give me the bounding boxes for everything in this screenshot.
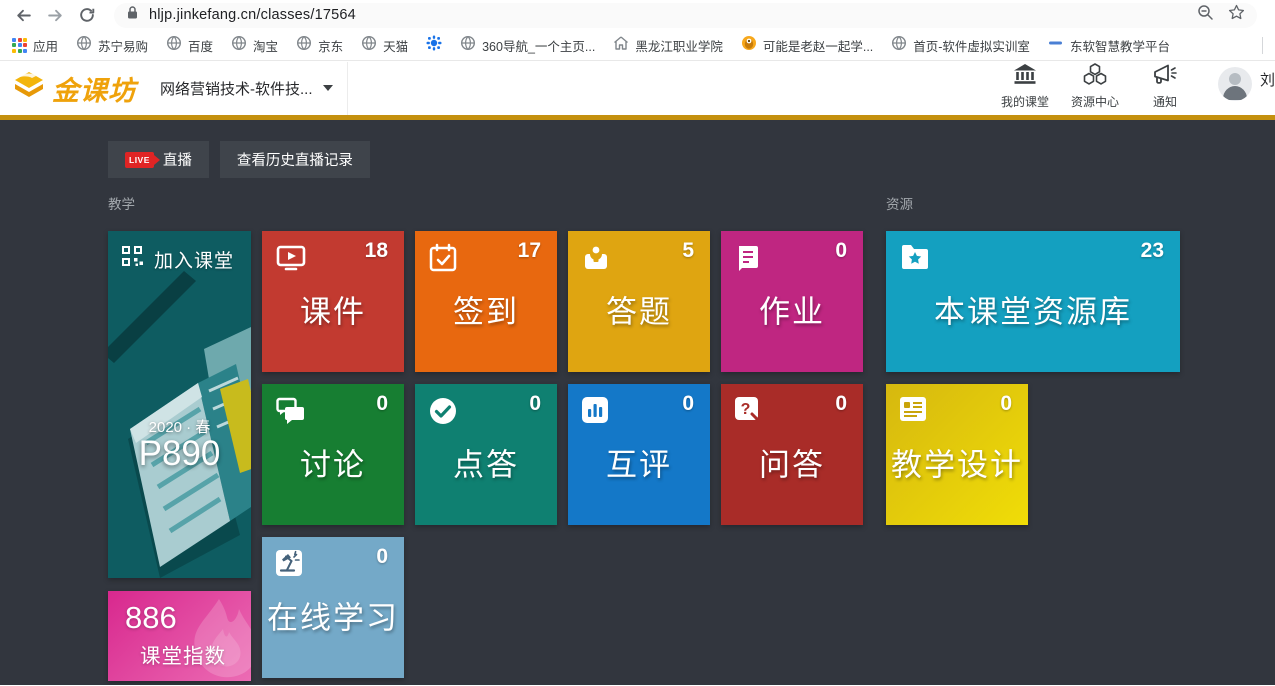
gear-icon	[426, 35, 442, 56]
homework-icon	[734, 243, 762, 278]
screen: hljp.jinkefang.cn/classes/17564 应用 苏宁	[0, 0, 1275, 686]
nav-my-classes[interactable]: 我的课堂	[994, 55, 1056, 110]
checkin-icon	[428, 243, 458, 278]
open-book-illustration	[108, 231, 251, 578]
cubes-icon	[1082, 63, 1108, 90]
avatar-body	[1223, 86, 1247, 100]
join-classroom-label: 加入课堂	[154, 246, 234, 273]
tile-online-learning[interactable]: 0 在线学习	[262, 537, 404, 678]
user-name: 刘	[1260, 69, 1275, 90]
lesson-plan-icon	[899, 396, 927, 427]
globe-icon	[361, 35, 377, 56]
jinkefang-logo[interactable]: 金课坊	[12, 69, 136, 108]
class-code: P890	[108, 434, 251, 474]
live-row: LIVE 直播 查看历史直播记录	[108, 141, 370, 178]
url-text: hljp.jinkefang.cn/classes/17564	[149, 7, 356, 23]
forward-icon[interactable]	[42, 2, 68, 28]
live-button[interactable]: LIVE 直播	[108, 141, 209, 178]
globe-icon	[296, 35, 312, 56]
back-icon[interactable]	[10, 2, 36, 28]
bookmark-neusoft[interactable]: 东软智慧教学平台	[1048, 35, 1170, 56]
orange-app-icon	[741, 35, 757, 56]
tile-quiz[interactable]: 5 答题	[568, 231, 710, 372]
bookmark-hlj-college[interactable]: 黑龙江职业学院	[613, 35, 723, 56]
bookmark-star-icon[interactable]	[1228, 4, 1245, 26]
bookmark-suning[interactable]: 苏宁易购	[76, 35, 148, 56]
live-history-button[interactable]: 查看历史直播记录	[220, 141, 370, 178]
bank-icon	[1013, 63, 1037, 90]
class-index-label: 课堂指数	[140, 639, 226, 669]
bookmark-360nav[interactable]: 360导航_一个主页...	[460, 35, 595, 56]
discussion-icon	[275, 396, 307, 431]
courseware-icon	[275, 243, 307, 278]
bookmark-baidu[interactable]: 百度	[166, 35, 213, 56]
globe-icon	[231, 35, 247, 56]
qr-code-icon	[121, 245, 145, 274]
folder-star-icon	[899, 243, 931, 276]
quiz-icon	[581, 243, 611, 278]
svg-text:?: ?	[741, 401, 751, 418]
nav-notifications[interactable]: 通知	[1134, 55, 1196, 110]
tile-resource-library[interactable]: 23 本课堂资源库	[886, 231, 1180, 372]
section-resources: 资源	[886, 193, 913, 213]
check-circle-icon	[428, 396, 458, 431]
bookmark-gear[interactable]	[426, 35, 442, 56]
bookmark-taobao[interactable]: 淘宝	[231, 35, 278, 56]
tile-teaching-design[interactable]: 0 教学设计	[886, 384, 1028, 525]
megaphone-icon	[1152, 63, 1177, 90]
bookmark-virtual-lab[interactable]: 首页-软件虚拟实训室	[891, 35, 1030, 56]
browser-toolbar: hljp.jinkefang.cn/classes/17564	[0, 0, 1275, 30]
lock-icon	[126, 5, 139, 25]
bookmark-apps[interactable]: 应用	[12, 36, 58, 55]
home-icon	[613, 35, 629, 56]
bookmark-laozhao[interactable]: 可能是老赵一起学...	[741, 35, 873, 56]
blue-dash-icon	[1048, 35, 1064, 56]
question-search-icon: ?	[734, 396, 761, 428]
tile-discussion[interactable]: 0 讨论	[262, 384, 404, 525]
desk-lamp-icon	[275, 549, 303, 582]
chevron-down-icon	[323, 85, 333, 91]
course-title: 网络营销技术-软件技...	[160, 78, 313, 99]
class-dashboard: LIVE 直播 查看历史直播记录 教学 资源	[0, 120, 1275, 685]
class-index-card[interactable]: 886 课堂指数	[108, 591, 251, 681]
tile-pick-answer[interactable]: 0 点答	[415, 384, 557, 525]
section-teaching: 教学	[108, 193, 135, 213]
course-selector[interactable]: 网络营销技术-软件技...	[160, 78, 333, 99]
globe-icon	[891, 35, 907, 56]
nav-resource-center[interactable]: 资源中心	[1064, 55, 1126, 110]
header-nav: 我的课堂 资源中心 通知	[994, 61, 1196, 115]
globe-icon	[460, 35, 476, 56]
tile-qa[interactable]: ? 0 问答	[721, 384, 863, 525]
tile-peer-review[interactable]: 0 互评	[568, 384, 710, 525]
logo-text: 金课坊	[52, 69, 136, 108]
join-classroom-card[interactable]: 加入课堂 2020 · 春 P890	[108, 231, 251, 578]
live-icon: LIVE	[125, 152, 154, 168]
bookmark-jd[interactable]: 京东	[296, 35, 343, 56]
bookmark-tmall[interactable]: 天猫	[361, 35, 408, 56]
app-header: 金课坊 网络营销技术-软件技... 我的课堂 资源中心	[0, 61, 1275, 120]
tile-checkin[interactable]: 17 签到	[415, 231, 557, 372]
header-divider	[347, 62, 348, 115]
logo-icon	[12, 70, 46, 107]
class-index-value: 886	[125, 600, 177, 636]
avatar-head	[1229, 73, 1241, 85]
tile-courseware[interactable]: 18 课件	[262, 231, 404, 372]
apps-grid-icon	[12, 38, 27, 53]
globe-icon	[76, 35, 92, 56]
tile-homework[interactable]: 0 作业	[721, 231, 863, 372]
address-bar[interactable]: hljp.jinkefang.cn/classes/17564	[114, 3, 1257, 28]
bookmarks-divider	[1262, 37, 1263, 54]
bar-chart-icon	[581, 396, 609, 429]
avatar[interactable]	[1218, 67, 1252, 101]
globe-icon	[166, 35, 182, 56]
reload-icon[interactable]	[74, 2, 100, 28]
zoom-out-icon[interactable]	[1197, 4, 1214, 26]
